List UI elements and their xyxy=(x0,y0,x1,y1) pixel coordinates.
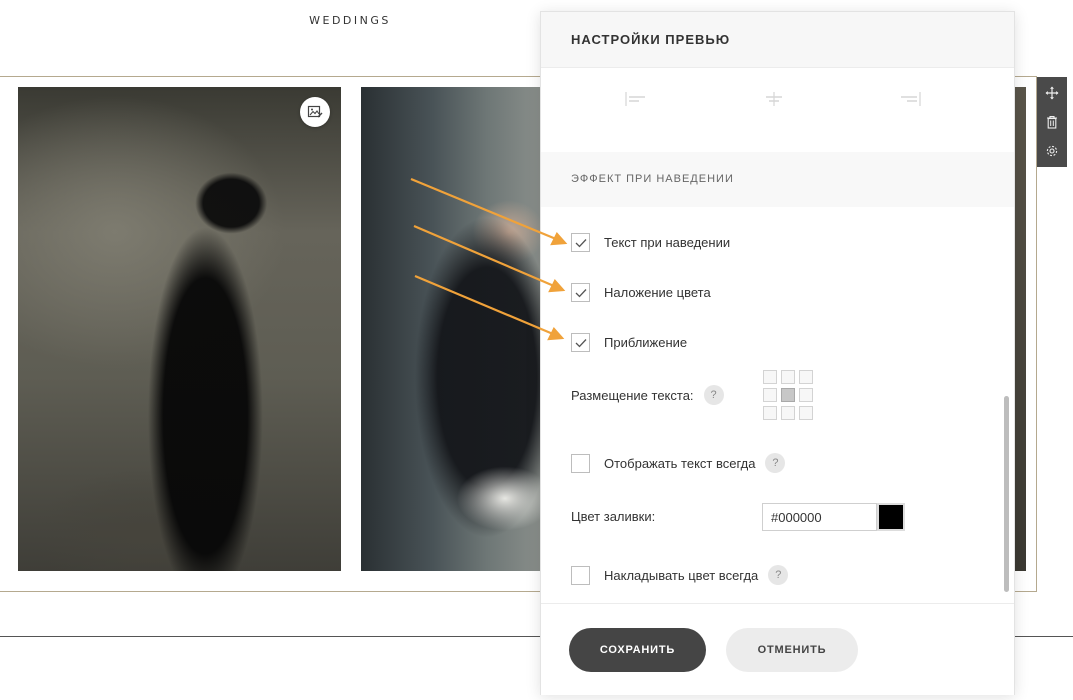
always-color-row: Накладывать цвет всегда ? xyxy=(571,565,789,585)
preview-settings-panel: НАСТРОЙКИ ПРЕВЬЮ ЭФФЕКТ ПРИ НАВЕДЕНИИ Те… xyxy=(540,11,1015,695)
always-text-label: Отображать текст всегда xyxy=(604,455,756,471)
color-overlay-checkbox[interactable] xyxy=(571,283,590,302)
always-color-checkbox[interactable] xyxy=(571,565,590,585)
always-color-label: Накладывать цвет всегда xyxy=(604,567,759,583)
photo-edit-badge[interactable] xyxy=(300,97,330,127)
panel-footer: СОХРАНИТЬ ОТМЕНИТЬ xyxy=(541,603,1014,695)
pos-top-center[interactable] xyxy=(781,370,795,384)
always-color-help-icon[interactable]: ? xyxy=(768,565,789,585)
text-position-label: Размещение текста: xyxy=(571,387,694,403)
pos-bottom-left[interactable] xyxy=(763,406,777,420)
always-text-help-icon[interactable]: ? xyxy=(765,453,786,473)
always-text-checkbox[interactable] xyxy=(571,453,590,473)
text-position-grid xyxy=(763,370,813,420)
pos-top-left[interactable] xyxy=(763,370,777,384)
always-text-row: Отображать текст всегда ? xyxy=(571,453,786,473)
pos-bottom-right[interactable] xyxy=(799,406,813,420)
panel-header: НАСТРОЙКИ ПРЕВЬЮ xyxy=(541,12,1014,68)
pos-middle-right[interactable] xyxy=(799,388,813,402)
pos-middle-left[interactable] xyxy=(763,388,777,402)
image-edit-icon xyxy=(307,105,323,118)
gear-icon xyxy=(1046,145,1058,156)
delete-button[interactable] xyxy=(1041,111,1063,133)
cancel-button[interactable]: ОТМЕНИТЬ xyxy=(726,628,858,672)
settings-button[interactable] xyxy=(1041,140,1063,162)
hover-text-row: Текст при наведении xyxy=(571,233,730,252)
hover-effect-section-head: ЭФФЕКТ ПРИ НАВЕДЕНИИ xyxy=(541,152,1014,207)
hover-text-label: Текст при наведении xyxy=(604,235,731,250)
pos-center[interactable] xyxy=(781,388,795,402)
gallery-photo-1[interactable] xyxy=(18,87,341,571)
align-left-icon[interactable] xyxy=(625,90,647,108)
hover-effect-section-title: ЭФФЕКТ ПРИ НАВЕДЕНИИ xyxy=(571,173,734,185)
align-center-icon[interactable] xyxy=(763,90,785,108)
text-position-row: Размещение текста: ? xyxy=(571,385,724,405)
move-button[interactable] xyxy=(1041,82,1063,104)
zoom-row: Приближение xyxy=(571,333,687,352)
color-overlay-row: Наложение цвета xyxy=(571,283,711,302)
panel-title: НАСТРОЙКИ ПРЕВЬЮ xyxy=(571,32,731,47)
zoom-checkbox[interactable] xyxy=(571,333,590,352)
align-right-icon[interactable] xyxy=(899,90,921,108)
trash-icon xyxy=(1047,115,1057,129)
pos-bottom-center[interactable] xyxy=(781,406,795,420)
text-align-row xyxy=(541,86,1014,116)
save-button[interactable]: СОХРАНИТЬ xyxy=(569,628,706,672)
gallery-photo-2[interactable] xyxy=(361,87,541,571)
text-position-help-icon[interactable]: ? xyxy=(703,385,724,405)
fill-color-swatch[interactable] xyxy=(877,503,905,531)
block-tool-strip xyxy=(1037,77,1067,167)
pos-top-right[interactable] xyxy=(799,370,813,384)
fill-color-input[interactable] xyxy=(762,503,877,531)
gallery-photo-3[interactable] xyxy=(1014,87,1026,571)
checkmark-icon xyxy=(575,338,586,347)
hover-text-checkbox[interactable] xyxy=(571,233,590,252)
zoom-label: Приближение xyxy=(604,335,688,350)
checkmark-icon xyxy=(575,288,586,297)
checkmark-icon xyxy=(575,238,586,247)
panel-scrollbar[interactable] xyxy=(1004,396,1009,592)
color-overlay-label: Наложение цвета xyxy=(604,285,711,300)
move-icon xyxy=(1045,86,1059,100)
fill-color-label: Цвет заливки: xyxy=(571,509,656,524)
